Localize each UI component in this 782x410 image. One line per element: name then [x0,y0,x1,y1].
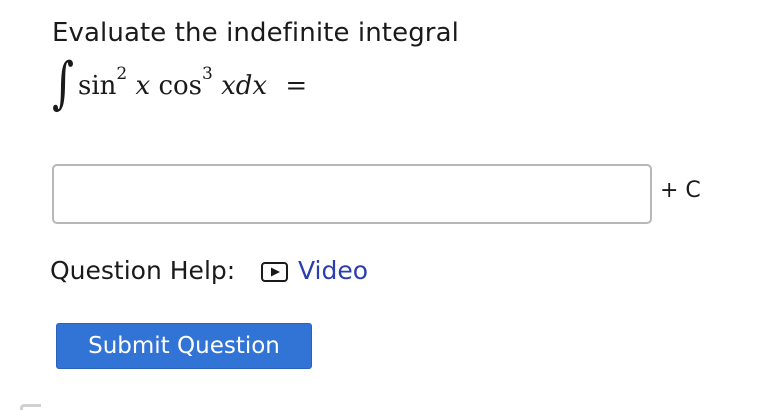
answer-input[interactable] [52,164,652,224]
sin-exponent: 2 [116,64,128,84]
corner-fragment [20,404,41,410]
equals-sign: = [285,71,308,101]
variable-x: x [135,71,151,101]
video-help-link[interactable]: Video [260,254,368,288]
play-icon [260,259,290,283]
sin-function: sin [78,71,117,101]
video-link-label: Video [298,256,369,285]
cos-exponent: 3 [202,64,213,84]
integrand: sin2 x cos3 xdx = [78,66,308,102]
question-help-label: Question Help: [50,256,236,285]
differential: xdx [221,71,268,101]
submit-question-button[interactable]: Submit Question [56,323,312,369]
integral-symbol: ∫ [52,51,74,116]
cos-function: cos [158,71,202,101]
plus-c-label: + C [660,178,701,203]
question-prompt: Evaluate the indefinite integral [52,18,459,48]
